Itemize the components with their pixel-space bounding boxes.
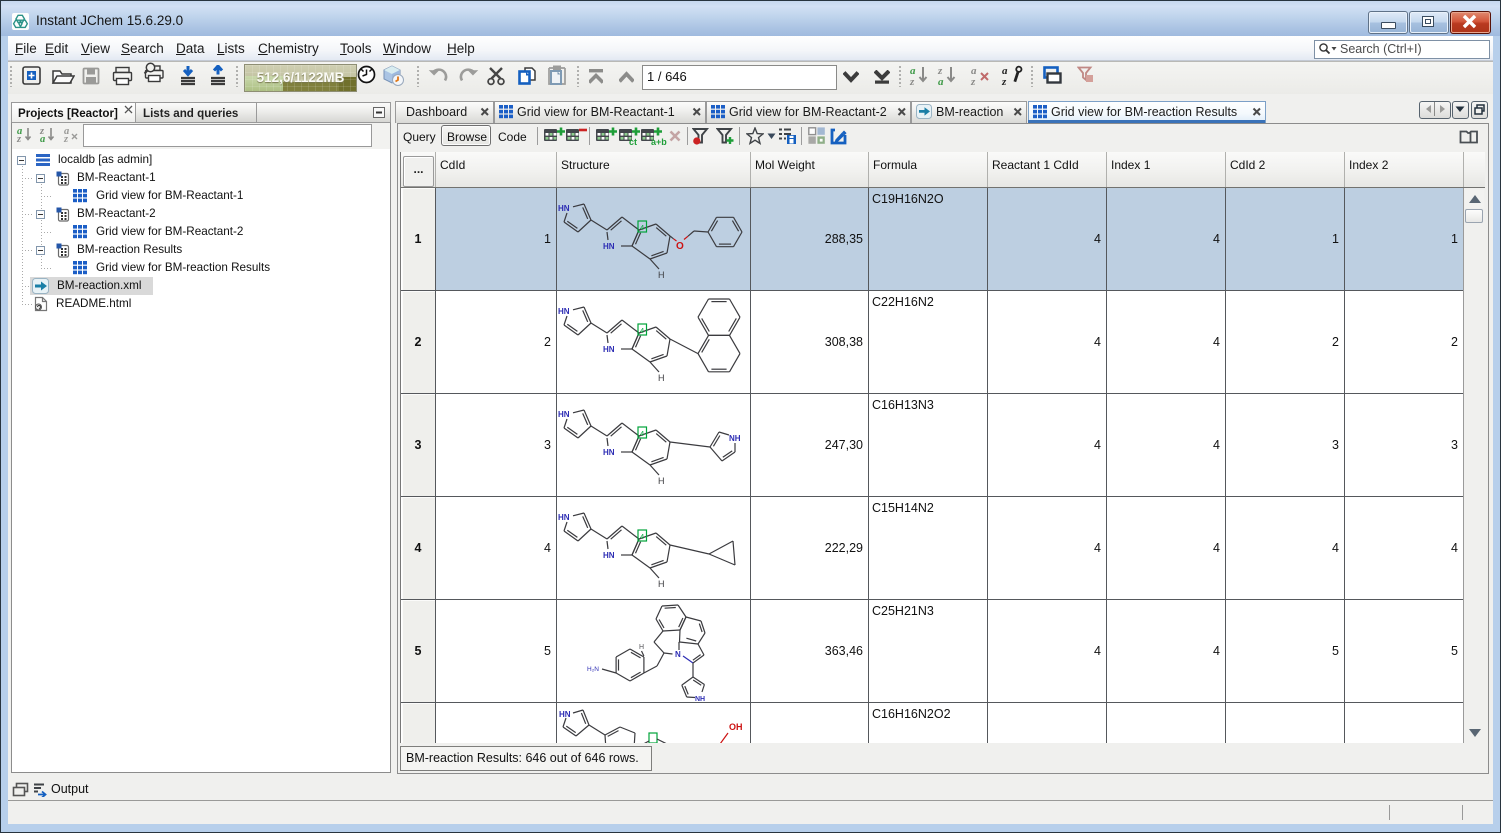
svg-text:OH: OH bbox=[729, 722, 743, 732]
svg-text:4: 4 bbox=[640, 326, 644, 335]
svg-text:H₂N: H₂N bbox=[587, 666, 599, 673]
svg-text:HN: HN bbox=[559, 710, 571, 719]
svg-text:N: N bbox=[675, 650, 681, 659]
svg-text:HN: HN bbox=[558, 204, 570, 213]
svg-text:HN: HN bbox=[558, 410, 570, 419]
svg-text:4: 4 bbox=[640, 429, 644, 438]
svg-text:a: a bbox=[40, 134, 45, 145]
svg-text:H: H bbox=[639, 644, 644, 651]
svg-text:HN: HN bbox=[558, 307, 570, 316]
svg-text:HN: HN bbox=[558, 513, 570, 522]
svg-text:z: z bbox=[909, 76, 915, 88]
svg-text:HN: HN bbox=[603, 242, 615, 251]
svg-text:HN: HN bbox=[603, 551, 615, 560]
svg-text:HN: HN bbox=[603, 448, 615, 457]
svg-text:O: O bbox=[676, 241, 684, 252]
svg-text:a: a bbox=[938, 76, 944, 88]
svg-text:4: 4 bbox=[640, 223, 644, 232]
svg-text:NH: NH bbox=[729, 434, 741, 443]
svg-text:z: z bbox=[1001, 76, 1007, 88]
svg-text:H: H bbox=[658, 476, 665, 486]
svg-text:4: 4 bbox=[640, 532, 644, 541]
svg-text:z: z bbox=[970, 76, 976, 88]
svg-text:HN: HN bbox=[603, 345, 615, 354]
svg-text:H: H bbox=[658, 270, 665, 280]
svg-text:H: H bbox=[658, 373, 665, 383]
svg-text:H: H bbox=[658, 579, 665, 589]
